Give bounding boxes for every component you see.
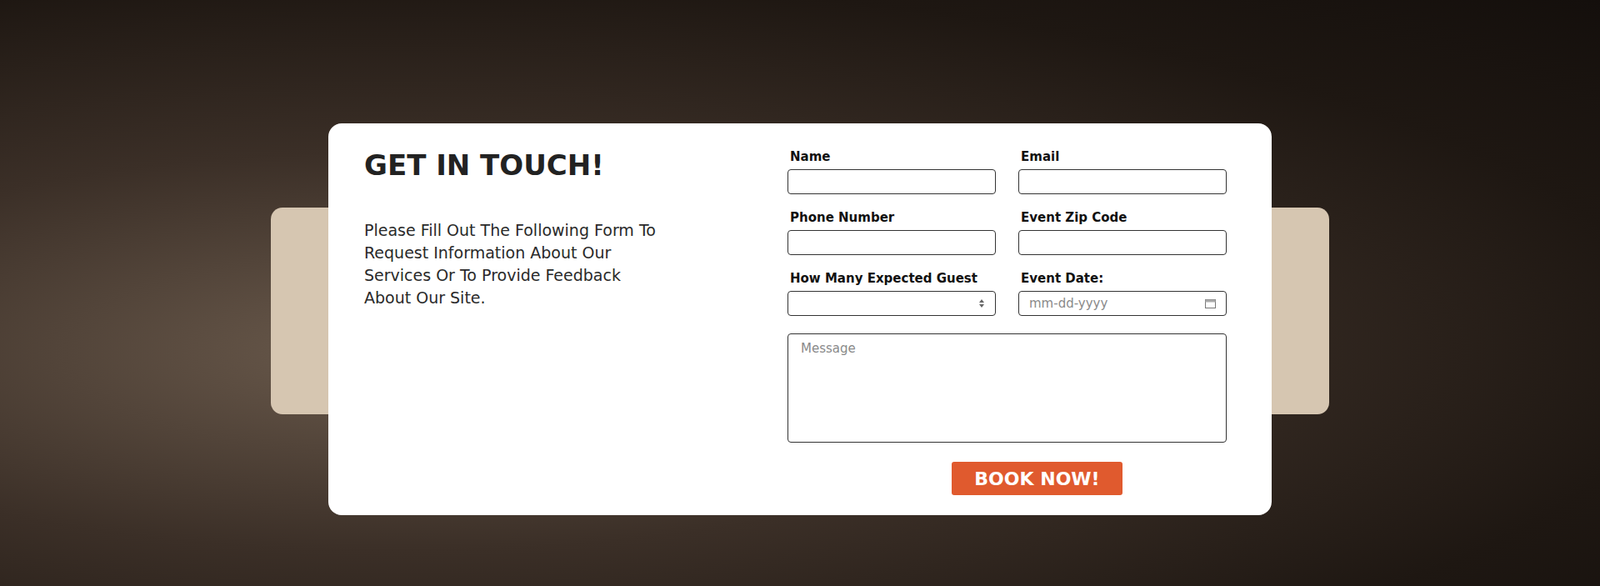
description: Please Fill Out The Following Form To Re… bbox=[364, 219, 673, 310]
field-label: Email bbox=[1018, 148, 1227, 165]
spinner-icon bbox=[978, 298, 985, 309]
form-field: Phone Number bbox=[787, 209, 996, 255]
form-field: Event Zip Code bbox=[1018, 209, 1227, 255]
field-label: How Many Expected Guest bbox=[787, 270, 996, 287]
date-input[interactable]: mm-dd-yyyy bbox=[1018, 290, 1227, 316]
form-field: How Many Expected Guest bbox=[787, 270, 996, 316]
message-input[interactable] bbox=[787, 333, 1227, 443]
field-label: Event Zip Code bbox=[1018, 209, 1227, 226]
form-field: Name bbox=[787, 148, 996, 195]
contact-card: GET IN TOUCH! Please Fill Out The Followi… bbox=[328, 123, 1272, 515]
title: GET IN TOUCH! bbox=[364, 148, 788, 183]
calendar-icon bbox=[1205, 298, 1216, 309]
field-grid: Name Email Phone Number Event Zip Code How M… bbox=[787, 148, 1227, 316]
date-placeholder: mm-dd-yyyy bbox=[1029, 295, 1108, 311]
book-now-button[interactable]: BOOK NOW! bbox=[951, 461, 1123, 495]
text-input[interactable] bbox=[787, 230, 996, 255]
text-input[interactable] bbox=[1018, 169, 1227, 195]
form-field: Event Date: mm-dd-yyyy bbox=[1018, 270, 1227, 316]
guest-select[interactable] bbox=[787, 290, 996, 316]
text-input[interactable] bbox=[787, 169, 996, 195]
actions: BOOK NOW! bbox=[787, 461, 1227, 495]
field-label: Phone Number bbox=[787, 209, 996, 226]
text-input[interactable] bbox=[1018, 230, 1227, 255]
contact-section: GET IN TOUCH! Please Fill Out The Followi… bbox=[0, 0, 1600, 586]
form-field: Email bbox=[1018, 148, 1227, 195]
contact-form: Name Email Phone Number Event Zip Code How M… bbox=[787, 148, 1227, 499]
field-label: Name bbox=[787, 148, 996, 165]
intro: GET IN TOUCH! Please Fill Out The Followi… bbox=[364, 148, 788, 499]
field-label: Event Date: bbox=[1018, 270, 1227, 287]
